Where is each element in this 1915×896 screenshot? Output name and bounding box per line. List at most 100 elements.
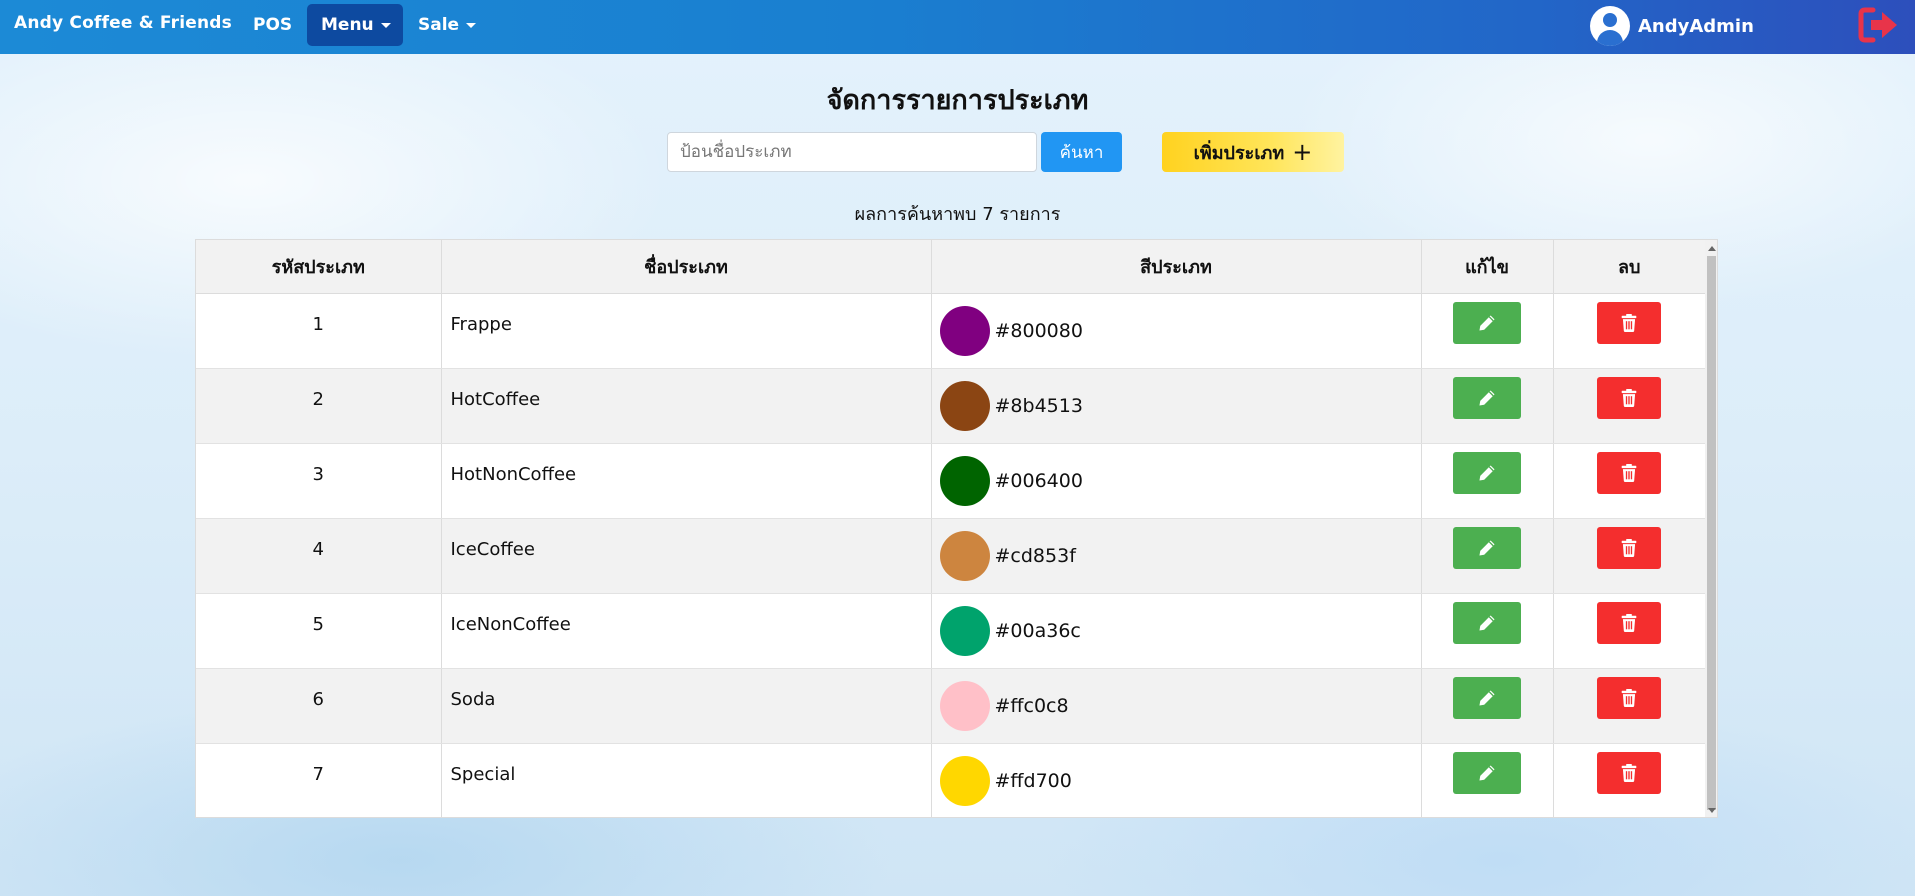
category-name: IceCoffee: [441, 518, 932, 594]
category-name: HotNonCoffee: [441, 443, 932, 519]
user-avatar-icon: [1590, 6, 1630, 46]
edit-cell: [1421, 668, 1554, 744]
trash-icon: [1621, 538, 1637, 557]
table-row: 2 HotCoffee #8b4513: [196, 368, 1705, 444]
color-hex: #ffd700: [994, 769, 1072, 792]
color-swatch: [939, 305, 990, 356]
category-table-container: รหัสประเภท ชื่อประเภท สีประเภท แก้ไข ลบ …: [195, 239, 1718, 818]
category-name: Soda: [441, 668, 932, 744]
table-row: 4 IceCoffee #cd853f: [196, 518, 1705, 594]
color-hex: #cd853f: [994, 544, 1076, 567]
edit-cell: [1421, 293, 1554, 369]
add-category-button[interactable]: เพิ่มประเภท +: [1162, 132, 1344, 172]
category-color-cell: #8b4513: [931, 368, 1422, 444]
edit-button[interactable]: [1453, 376, 1521, 419]
delete-cell: [1553, 668, 1705, 744]
edit-cell: [1421, 368, 1554, 444]
color-hex: #8b4513: [994, 394, 1083, 417]
delete-cell: [1553, 593, 1705, 669]
category-search-input[interactable]: [667, 132, 1037, 172]
trash-icon: [1621, 613, 1637, 632]
scroll-up-arrow-icon[interactable]: [1708, 246, 1716, 251]
edit-cell: [1421, 443, 1554, 519]
category-id: 2: [196, 368, 442, 444]
category-color-cell: #00a36c: [931, 593, 1422, 669]
logout-button[interactable]: [1857, 6, 1901, 44]
category-color-cell: #ffc0c8: [931, 668, 1422, 744]
edit-button[interactable]: [1453, 451, 1521, 494]
delete-cell: [1553, 368, 1705, 444]
plus-icon: +: [1292, 138, 1313, 166]
delete-button[interactable]: [1597, 676, 1662, 719]
category-color-cell: #006400: [931, 443, 1422, 519]
add-category-label: เพิ่มประเภท: [1193, 142, 1285, 164]
category-name: HotCoffee: [441, 368, 932, 444]
nav-menu-label: Menu: [321, 15, 374, 35]
trash-icon: [1621, 313, 1637, 332]
page-title: จัดการรายการประเภท: [826, 85, 1089, 116]
header-category-color: สีประเภท: [931, 240, 1422, 294]
header-delete: ลบ: [1553, 240, 1705, 294]
delete-cell: [1553, 443, 1705, 519]
category-id: 6: [196, 668, 442, 744]
nav-sale-label: Sale: [418, 15, 460, 35]
edit-button[interactable]: [1453, 676, 1521, 719]
pencil-icon: [1478, 389, 1496, 407]
category-name: IceNonCoffee: [441, 593, 932, 669]
category-id: 4: [196, 518, 442, 594]
delete-cell: [1553, 743, 1705, 817]
delete-button[interactable]: [1597, 451, 1662, 494]
category-name: Special: [441, 743, 932, 817]
trash-icon: [1621, 688, 1637, 707]
edit-button[interactable]: [1453, 526, 1521, 569]
color-swatch: [939, 380, 990, 431]
delete-button[interactable]: [1597, 301, 1662, 344]
color-swatch: [939, 605, 990, 656]
nav-menu-dropdown[interactable]: Menu: [307, 4, 403, 46]
color-swatch: [939, 755, 990, 806]
table-row: 7 Special #ffd700: [196, 743, 1705, 817]
scroll-thumb[interactable]: [1707, 256, 1716, 810]
caret-down-icon: [466, 22, 477, 28]
category-color-cell: #cd853f: [931, 518, 1422, 594]
color-hex: #00a36c: [994, 619, 1081, 642]
category-id: 7: [196, 743, 442, 817]
search-button[interactable]: ค้นหา: [1041, 132, 1122, 172]
delete-cell: [1553, 293, 1705, 369]
color-hex: #006400: [994, 469, 1083, 492]
category-id: 3: [196, 443, 442, 519]
category-color-cell: #ffd700: [931, 743, 1422, 817]
delete-button[interactable]: [1597, 601, 1662, 644]
color-hex: #800080: [994, 319, 1083, 342]
delete-button[interactable]: [1597, 376, 1662, 419]
color-swatch: [939, 530, 990, 581]
category-color-cell: #800080: [931, 293, 1422, 369]
top-navbar: Andy Coffee & Friends POS Menu Sale Andy…: [0, 0, 1915, 54]
pencil-icon: [1478, 464, 1496, 482]
delete-button[interactable]: [1597, 751, 1662, 794]
result-count: ผลการค้นหาพบ 7 รายการ: [854, 204, 1061, 225]
color-swatch: [939, 455, 990, 506]
delete-button[interactable]: [1597, 526, 1662, 569]
nav-pos[interactable]: POS: [239, 4, 306, 46]
pencil-icon: [1478, 314, 1496, 332]
edit-button[interactable]: [1453, 601, 1521, 644]
edit-button[interactable]: [1453, 301, 1521, 344]
header-category-name: ชื่อประเภท: [441, 240, 932, 294]
nav-pos-label: POS: [253, 15, 293, 35]
delete-cell: [1553, 518, 1705, 594]
color-swatch: [939, 680, 990, 731]
header-category-id: รหัสประเภท: [196, 240, 442, 294]
user-name: AndyAdmin: [1638, 15, 1754, 37]
nav-sale-dropdown[interactable]: Sale: [404, 4, 490, 46]
edit-button[interactable]: [1453, 751, 1521, 794]
table-scrollbar[interactable]: [1705, 240, 1717, 817]
scroll-down-arrow-icon[interactable]: [1708, 808, 1716, 813]
user-menu[interactable]: AndyAdmin: [1590, 5, 1754, 47]
color-hex: #ffc0c8: [994, 694, 1069, 717]
category-id: 1: [196, 293, 442, 369]
category-name: Frappe: [441, 293, 932, 369]
trash-icon: [1621, 763, 1637, 782]
edit-cell: [1421, 743, 1554, 817]
brand-link[interactable]: Andy Coffee & Friends: [14, 13, 232, 33]
